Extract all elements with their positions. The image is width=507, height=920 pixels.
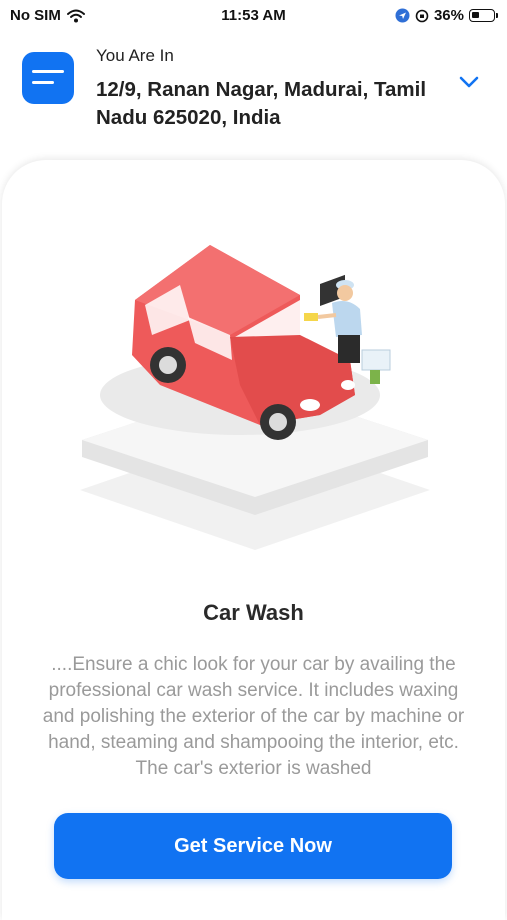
- service-description: ....Ensure a chic look for your car by a…: [42, 654, 465, 779]
- location-icon: [395, 8, 410, 23]
- get-service-button[interactable]: Get Service Now: [54, 813, 452, 879]
- menu-icon-line-top: [32, 70, 64, 73]
- battery-icon: [469, 9, 498, 22]
- menu-button[interactable]: [22, 52, 74, 104]
- car-wash-illustration: [80, 245, 430, 550]
- status-bar: No SIM 11:53 AM 36%: [0, 0, 507, 32]
- location-label: You Are In: [96, 46, 174, 65]
- service-title: Car Wash: [203, 600, 304, 625]
- location-address[interactable]: 12/9, Ranan Nagar, Madurai, Tamil Nadu 6…: [96, 76, 426, 132]
- rotation-lock-icon: [415, 9, 429, 22]
- battery-percent: 36%: [433, 7, 464, 24]
- chevron-down-icon[interactable]: [458, 74, 480, 90]
- menu-icon-line-bottom: [32, 81, 54, 84]
- battery-level: [472, 12, 479, 18]
- status-right: 36%: [395, 7, 498, 24]
